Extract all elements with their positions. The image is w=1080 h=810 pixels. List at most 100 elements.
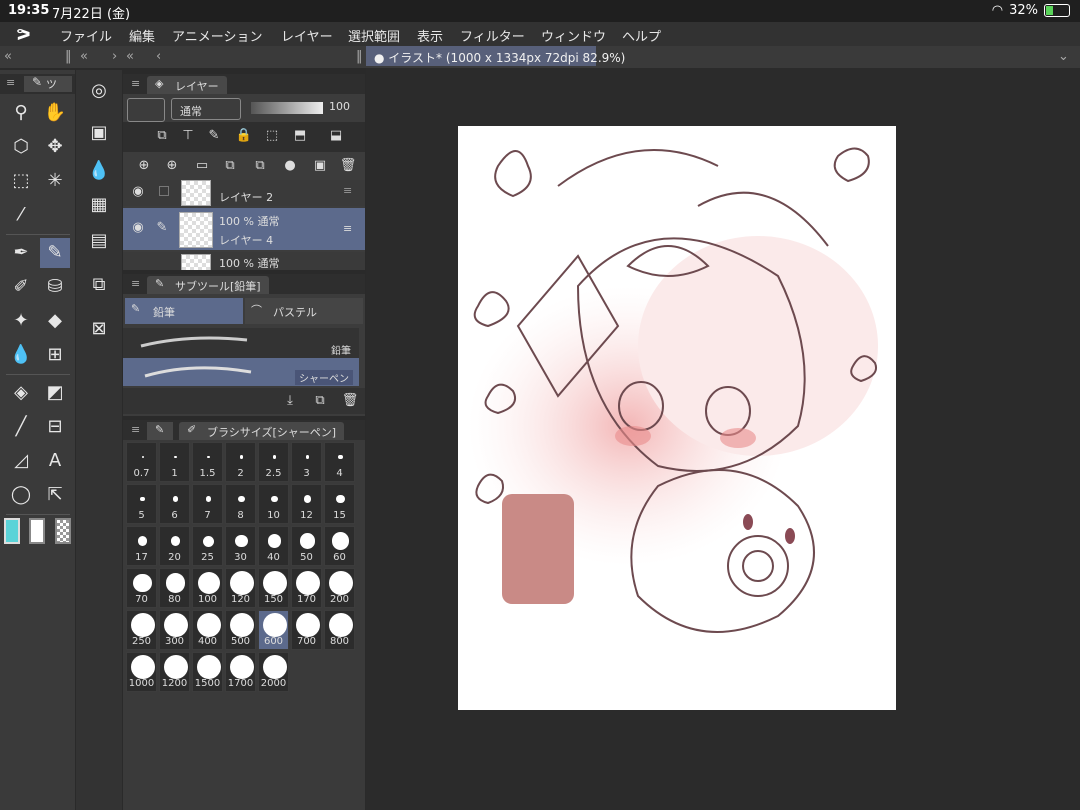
eyedropper-icon[interactable]: ⁄ [6,200,36,230]
brush-size-1500[interactable]: 1500 [192,652,223,692]
brush-size-800[interactable]: 800 [324,610,355,650]
brush-size-panel-tab[interactable]: ブラシサイズ[シャーペン] [179,422,345,440]
menu-icon[interactable]: ≡ [131,423,140,436]
layer-mask-icon[interactable]: ● [281,158,299,173]
ruler-range-icon[interactable]: ⬓ [327,128,345,143]
edit-target-icon[interactable] [159,186,169,196]
brush-size-30[interactable]: 30 [225,526,256,566]
menu-filter[interactable]: フィルター [460,26,525,45]
text-tool-icon[interactable]: A [40,446,70,476]
brush-size-8[interactable]: 8 [225,484,256,524]
main-color-swatch[interactable] [4,518,20,544]
pencil-tool-icon[interactable]: ✎ [40,238,70,268]
menu-icon[interactable]: ≡ [131,77,140,90]
subtool-tab-pastel[interactable]: ⌒ パステル [245,298,363,324]
sub-color-swatch[interactable] [29,518,45,544]
opacity-slider[interactable] [251,102,323,114]
brush-size-17[interactable]: 17 [126,526,157,566]
canvas-artwork[interactable] [458,126,896,710]
subtool-tab-pencil[interactable]: ✎ 鉛筆 [125,298,243,324]
layer-row[interactable]: 100 % 通常 [123,252,365,270]
brush-size-500[interactable]: 500 [225,610,256,650]
ruler-shape-icon[interactable]: ◿ [6,446,36,476]
subview-icon[interactable]: ▣ [84,118,114,148]
timeline-icon[interactable]: ▤ [84,226,114,256]
menu-animation[interactable]: アニメーション [172,26,262,45]
brush-size-10[interactable]: 10 [258,484,289,524]
menu-view[interactable]: 表示 [417,26,443,45]
delete-layer-icon[interactable]: 🗑 [339,158,357,173]
chevron-down-icon[interactable]: ⌄ [1058,49,1069,64]
decoration-tool-icon[interactable]: ✦ [6,306,36,336]
duplicate-icon[interactable]: ⧉ [311,393,329,408]
correct-line-tool-icon[interactable]: ⇱ [40,480,70,510]
brush-size-40[interactable]: 40 [258,526,289,566]
brush-size-50[interactable]: 50 [291,526,322,566]
menu-window[interactable]: ウィンドウ [541,26,606,45]
object-tool-icon[interactable]: ⬡ [6,132,36,162]
document-tab[interactable]: ● イラスト* (1000 x 1334px 72dpi 82.9%) [366,46,625,66]
brush-size-1200[interactable]: 1200 [159,652,190,692]
menu-edit[interactable]: 編集 [129,26,155,45]
brush-size-60[interactable]: 60 [324,526,355,566]
combine-down-icon[interactable]: ⧉ [251,158,269,173]
material-icon[interactable]: ▦ [84,190,114,220]
brush-size-6[interactable]: 6 [159,484,190,524]
magic-wand-icon[interactable]: ✳ [40,166,70,196]
brush-size-0.7[interactable]: 0.7 [126,442,157,482]
brush-size-120[interactable]: 120 [225,568,256,608]
menu-icon[interactable]: ≡ [6,76,15,89]
chevron-right-icon[interactable]: › [112,49,117,64]
brush-size-1700[interactable]: 1700 [225,652,256,692]
divider-handle-icon[interactable]: ‖ [356,49,363,64]
drag-handle-icon[interactable]: ≡ [343,184,352,197]
brush-size-2.5[interactable]: 2.5 [258,442,289,482]
pen-tool-icon[interactable]: ✒ [6,238,36,268]
new-folder-icon[interactable]: ▭ [193,158,211,173]
blend-mode-select[interactable]: 通常 [171,98,241,120]
brush-size-2[interactable]: 2 [225,442,256,482]
transparent-color-swatch[interactable] [55,518,71,544]
download-icon[interactable]: ⤓ [281,393,299,408]
brush-size-1[interactable]: 1 [159,442,190,482]
brush-size-150[interactable]: 150 [258,568,289,608]
brush-size-5[interactable]: 5 [126,484,157,524]
brush-size-250[interactable]: 250 [126,610,157,650]
brush-size-100[interactable]: 100 [192,568,223,608]
brush-size-80[interactable]: 80 [159,568,190,608]
subtool-panel-tab[interactable]: サブツール[鉛筆] [147,276,269,294]
collapse-left-icon[interactable]: « [4,49,12,64]
brush-item[interactable]: 鉛筆 [123,328,359,358]
brush-size-1000[interactable]: 1000 [126,652,157,692]
blend-swatch-dropdown[interactable] [127,98,165,122]
color-mixer-icon[interactable]: 💧 [84,156,114,186]
move-tool-icon[interactable]: ✥ [40,132,70,162]
brush-item-selected[interactable]: シャーペン [123,358,359,386]
eye-icon[interactable]: ◉ [129,220,147,235]
auto-action-icon[interactable]: ⊠ [84,314,114,344]
collapse-left-icon[interactable]: « [80,49,88,64]
mask-icon[interactable]: ⬒ [291,128,309,143]
brush-size-300[interactable]: 300 [159,610,190,650]
eye-icon[interactable]: ◉ [129,184,147,199]
reference-icon[interactable]: ⊤ [179,128,197,143]
collapse-left-icon[interactable]: « [126,49,134,64]
brush-size-70[interactable]: 70 [126,568,157,608]
brush-size-3[interactable]: 3 [291,442,322,482]
brush-size-170[interactable]: 170 [291,568,322,608]
drag-handle-icon[interactable]: ≡ [343,222,352,235]
new-raster-layer-icon[interactable]: ⊕ [135,158,153,173]
hand-tool-icon[interactable]: ✋ [40,98,70,128]
chevron-left-icon[interactable]: ‹ [156,49,161,64]
brush-size-700[interactable]: 700 [291,610,322,650]
zoom-tool-icon[interactable]: ⚲ [6,98,36,128]
brush-size-7[interactable]: 7 [192,484,223,524]
clip-icon[interactable]: ⧉ [153,128,171,143]
layer-property-icon[interactable]: ⧉ [84,270,114,300]
menu-layer[interactable]: レイヤー [281,26,333,45]
menu-help[interactable]: ヘルプ [622,26,661,45]
brush-tool-icon[interactable]: ✐ [6,272,36,302]
brush-size-200[interactable]: 200 [324,568,355,608]
opacity-value[interactable]: 100 [329,100,350,113]
apply-mask-icon[interactable]: ▣ [311,158,329,173]
